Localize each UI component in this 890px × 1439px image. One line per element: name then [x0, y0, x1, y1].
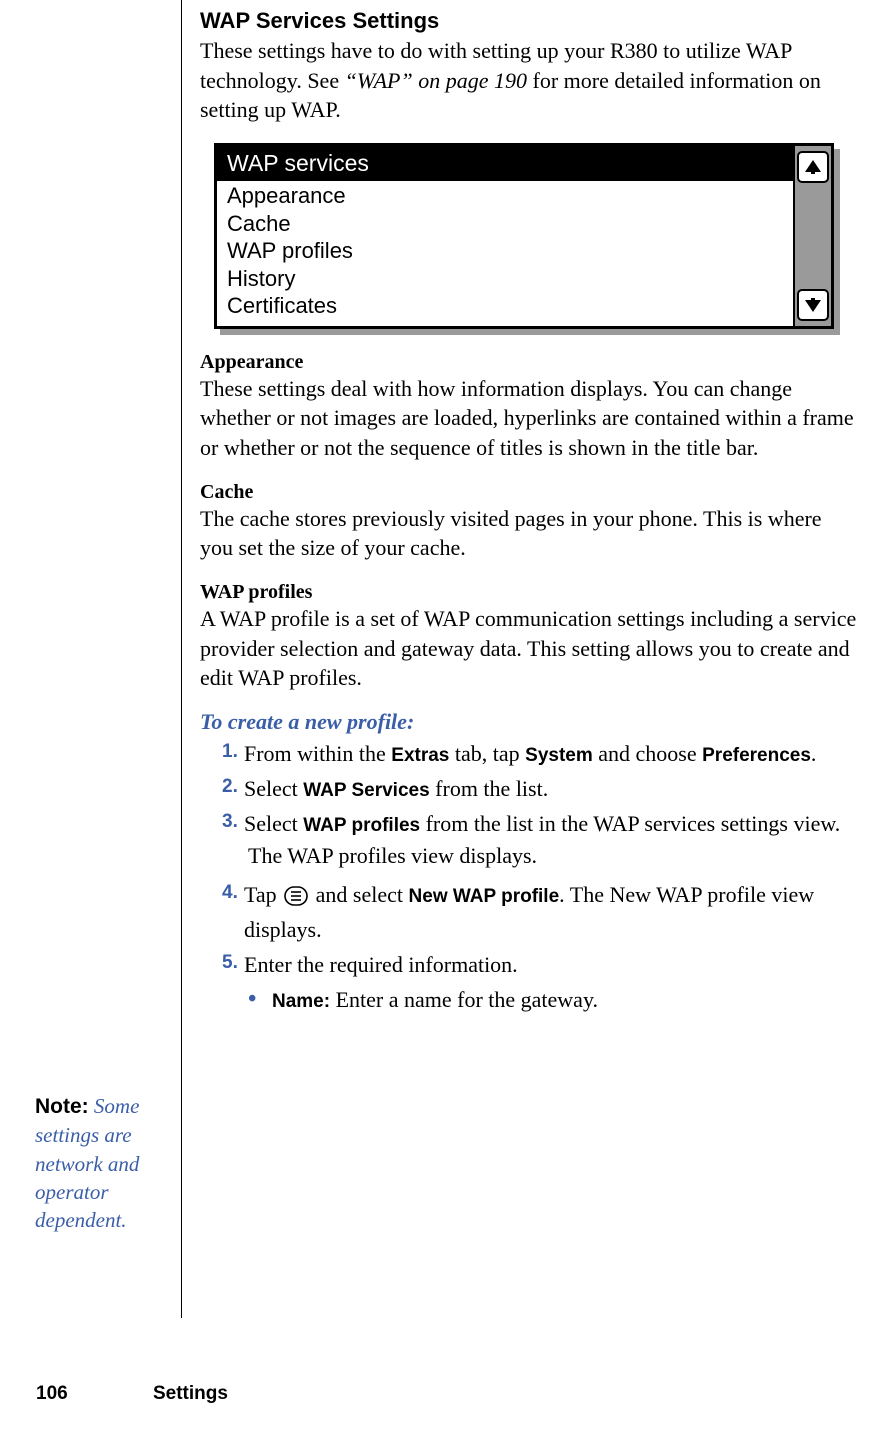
page-footer: 106 Settings [36, 1383, 228, 1405]
step-list: 1. From within the Extras tab, tap Syste… [200, 739, 860, 1014]
subheading-wap-profiles: WAP profiles [200, 581, 860, 604]
appearance-body: These settings deal with how information… [200, 374, 860, 463]
scroll-up-icon [797, 151, 829, 183]
device-title-bar: WAP services [217, 146, 793, 181]
footer-title: Settings [153, 1383, 228, 1404]
scroll-down-icon [797, 289, 829, 321]
subheading-cache: Cache [200, 481, 860, 504]
menu-icon [284, 884, 308, 915]
intro-paragraph: These settings have to do with setting u… [200, 36, 860, 125]
bullet-name: Name: Enter a name for the gateway. [248, 985, 860, 1015]
list-item: Certificates [227, 292, 783, 320]
cache-body: The cache stores previously visited page… [200, 504, 860, 563]
cross-reference: “WAP” on page 190 [345, 68, 527, 93]
note-label: Note: [35, 1095, 89, 1118]
list-item: History [227, 265, 783, 293]
list-item: Cache [227, 210, 783, 238]
step-3-result: The WAP profiles view displays. [248, 841, 860, 872]
list-item: WAP profiles [227, 237, 783, 265]
step-2: 2. Select WAP Services from the list. [222, 774, 860, 805]
device-screenshot: WAP services Appearance Cache WAP profil… [214, 143, 834, 329]
subheading-appearance: Appearance [200, 351, 860, 374]
instruction-title: To create a new profile: [200, 709, 860, 735]
vertical-rule [181, 0, 182, 1318]
wap-profiles-body: A WAP profile is a set of WAP communicat… [200, 604, 860, 693]
step-4: 4. Tap and select New WAP profile. The N… [222, 880, 860, 946]
section-heading: WAP Services Settings [200, 8, 860, 34]
scrollbar [793, 146, 831, 326]
margin-note: Note: Some settings are network and oper… [35, 1092, 175, 1235]
step-1: 1. From within the Extras tab, tap Syste… [222, 739, 860, 770]
list-item: Appearance [227, 182, 783, 210]
step-3: 3. Select WAP profiles from the list in … [222, 809, 860, 873]
page-number: 106 [36, 1383, 68, 1404]
main-content: WAP Services Settings These settings hav… [200, 8, 860, 1014]
step-5: 5. Enter the required information. [222, 950, 860, 981]
